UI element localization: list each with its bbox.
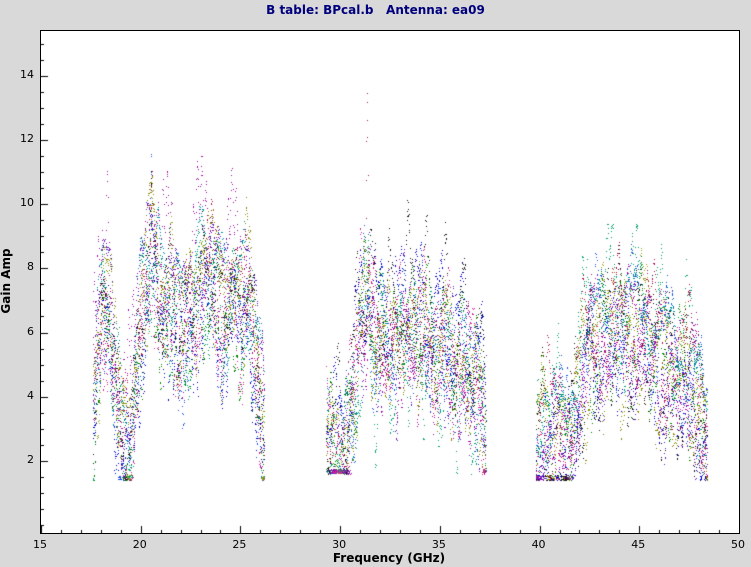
x-tick-label: 20 (133, 538, 147, 551)
x-tick-label: 40 (532, 538, 546, 551)
y-tick-label: 8 (0, 260, 34, 273)
x-tick-label: 25 (232, 538, 246, 551)
plot-title: B table: BPcal.b Antenna: ea09 (0, 3, 751, 17)
chart-canvas[interactable] (41, 31, 739, 533)
x-tick-label: 15 (33, 538, 47, 551)
x-tick-label: 45 (631, 538, 645, 551)
y-tick-label: 2 (0, 453, 34, 466)
x-tick-label: 30 (332, 538, 346, 551)
plot-area (40, 30, 740, 534)
x-axis-label: Frequency (GHz) (40, 551, 738, 565)
y-tick-label: 14 (0, 68, 34, 81)
x-tick-label: 35 (432, 538, 446, 551)
y-tick-label: 4 (0, 389, 34, 402)
plot-window: B table: BPcal.b Antenna: ea09 Gain Amp … (0, 0, 751, 567)
x-tick-label: 50 (731, 538, 745, 551)
y-tick-label: 10 (0, 196, 34, 209)
y-axis-label: Gain Amp (0, 248, 13, 313)
y-tick-label: 12 (0, 132, 34, 145)
y-tick-label: 6 (0, 325, 34, 338)
